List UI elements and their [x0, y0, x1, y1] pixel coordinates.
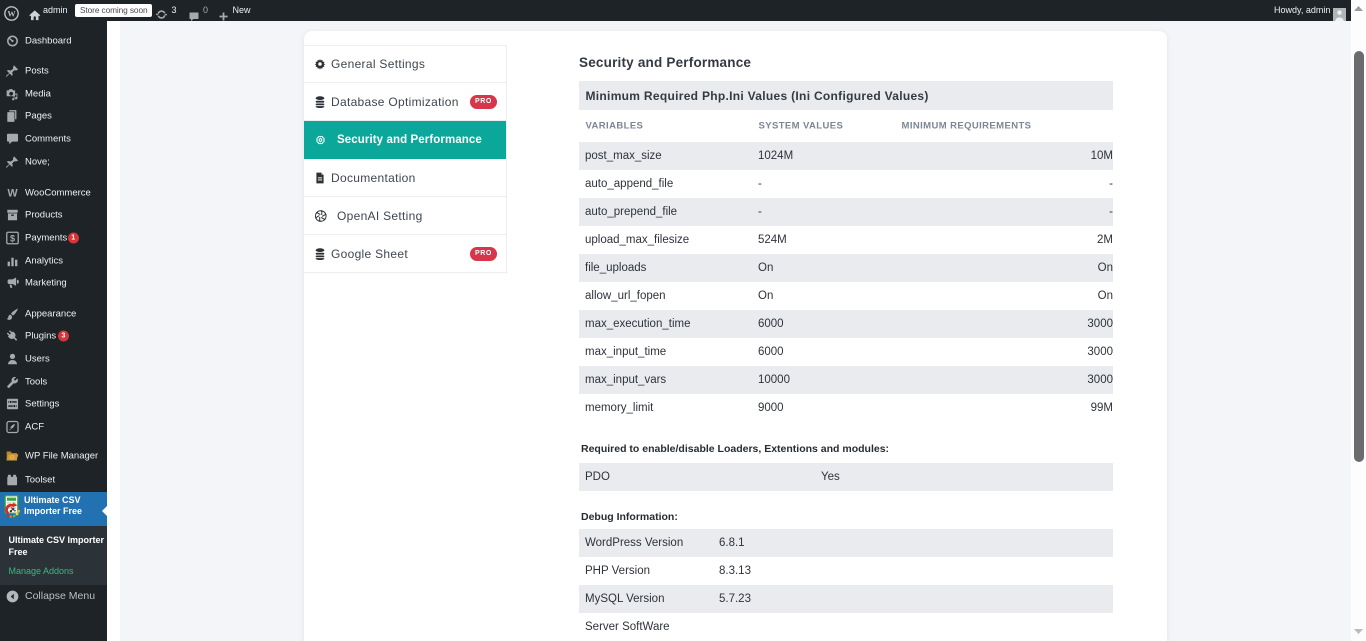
svg-text:W: W — [7, 187, 18, 199]
svg-text:$: $ — [9, 233, 14, 243]
svg-text:W: W — [7, 9, 16, 18]
